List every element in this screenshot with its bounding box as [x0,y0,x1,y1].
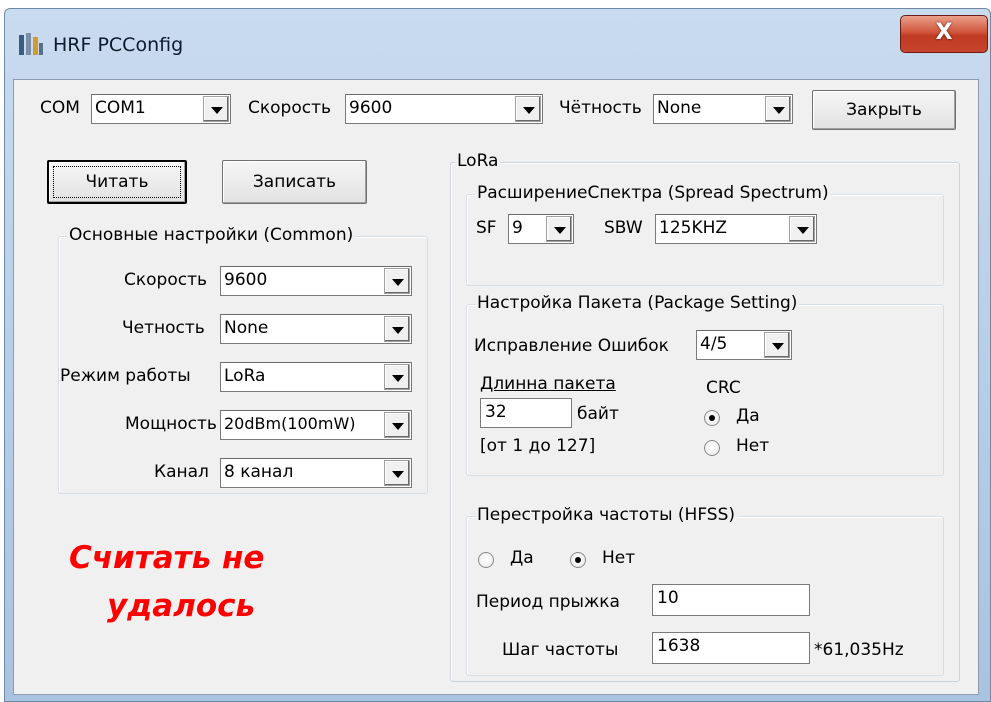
read-button[interactable]: Читать [47,160,187,204]
hop-period-value: 10 [657,588,679,608]
speed-select[interactable]: 9600 [345,94,543,124]
chevron-down-icon[interactable] [765,96,791,122]
hfss-no-radio[interactable] [570,552,586,568]
focus-rect [53,166,181,198]
hop-period-input[interactable]: 10 [652,584,810,616]
chevron-down-icon[interactable] [546,216,572,242]
fec-value: 4/5 [700,334,728,354]
com-label: COM [40,98,80,118]
chevron-down-icon[interactable] [384,412,410,438]
hfss-yes-label: Да [510,548,534,568]
status-message-line1: Считать не [69,540,265,576]
freq-step-input[interactable]: 1638 [652,632,810,664]
fec-select[interactable]: 4/5 [696,330,792,360]
app-window: HRF PCConfig X COM COM1 Скорость 9600 Чё… [4,8,991,702]
power-select[interactable]: 20dBm(100mW) [220,410,412,440]
sbw-label: SBW [604,218,643,238]
crc-yes-radio[interactable] [704,410,720,426]
sf-label: SF [476,218,497,238]
crc-label: CRC [706,378,741,398]
crc-yes-label: Да [736,406,760,426]
freq-step-unit: *61,035Hz [814,640,904,660]
speed-value: 9600 [349,98,393,118]
chevron-down-icon[interactable] [789,216,815,242]
mode-label: Режим работы [60,366,191,386]
lora-title: LoRa [455,151,501,171]
title-bar[interactable]: HRF PCConfig X [5,9,990,79]
length-unit: байт [577,404,619,424]
common-parity-label: Четность [122,318,205,338]
crc-no-label: Нет [736,436,770,456]
freq-step-value: 1638 [657,636,701,656]
write-button[interactable]: Записать [222,160,367,204]
length-input[interactable]: 32 [480,398,572,428]
com-port-value: COM1 [95,98,146,118]
hfss-yes-radio[interactable] [478,552,494,568]
parity-value: None [657,98,702,118]
freq-step-label: Шаг частоты [502,640,619,660]
bars-icon [19,33,43,55]
common-speed-label: Скорость [124,270,207,290]
parity-label: Чётность [559,98,642,118]
channel-label: Канал [154,462,209,482]
mode-select[interactable]: LoRa [220,362,412,392]
window-title: HRF PCConfig [53,34,184,56]
package-setting-title: Настройка Пакета (Package Setting) [475,293,800,313]
sbw-value: 125KHZ [659,218,728,238]
common-parity-select[interactable]: None [220,314,412,344]
speed-label: Скорость [248,98,331,118]
channel-select[interactable]: 8 канал [220,458,412,488]
hop-period-label: Период прыжка [476,592,620,612]
chevron-down-icon[interactable] [515,96,541,122]
crc-no-radio[interactable] [704,440,720,456]
chevron-down-icon[interactable] [203,96,229,122]
chevron-down-icon[interactable] [384,460,410,486]
fec-label: Исправление Ошибок [474,336,669,356]
client-area: COM COM1 Скорость 9600 Чётность None Зак… [13,79,979,695]
power-value: 20dBm(100mW) [224,414,356,433]
chevron-down-icon[interactable] [384,316,410,342]
spread-spectrum-title: РасширениеСпектра (Spread Spectrum) [475,183,831,203]
power-label: Мощность [125,414,217,434]
status-message-line2: удалось [107,588,256,624]
common-settings-title: Основные настройки (Common) [67,225,356,245]
channel-value: 8 канал [224,462,294,482]
common-speed-select[interactable]: 9600 [220,266,412,296]
length-value: 32 [485,402,507,422]
common-parity-value: None [224,318,269,338]
com-port-select[interactable]: COM1 [91,94,231,124]
close-button[interactable]: Закрыть [812,90,956,130]
window-close-button[interactable]: X [900,15,988,53]
length-range: [от 1 до 127] [480,436,596,456]
hfss-no-label: Нет [602,548,636,568]
length-label: Длинна пакета [480,374,616,394]
hfss-title: Перестройка частоты (HFSS) [475,505,738,525]
chevron-down-icon[interactable] [384,364,410,390]
sf-value: 9 [512,218,523,238]
chevron-down-icon[interactable] [764,332,790,358]
mode-value: LoRa [224,366,266,386]
common-speed-value: 9600 [224,270,268,290]
parity-select[interactable]: None [653,94,793,124]
sbw-select[interactable]: 125KHZ [655,214,817,244]
chevron-down-icon[interactable] [384,268,410,294]
sf-select[interactable]: 9 [508,214,574,244]
